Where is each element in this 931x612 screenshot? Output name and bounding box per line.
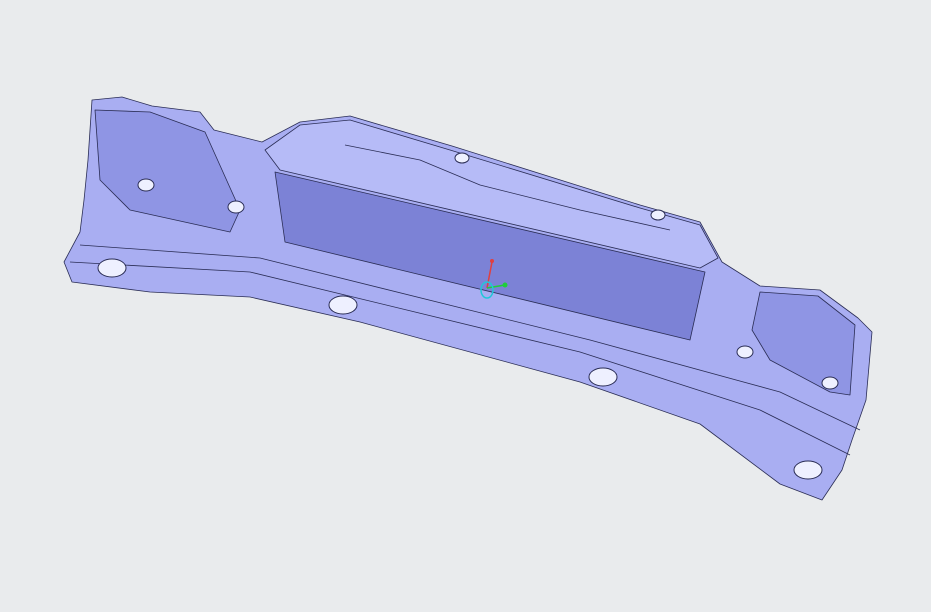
3d-viewport[interactable]	[0, 0, 931, 612]
